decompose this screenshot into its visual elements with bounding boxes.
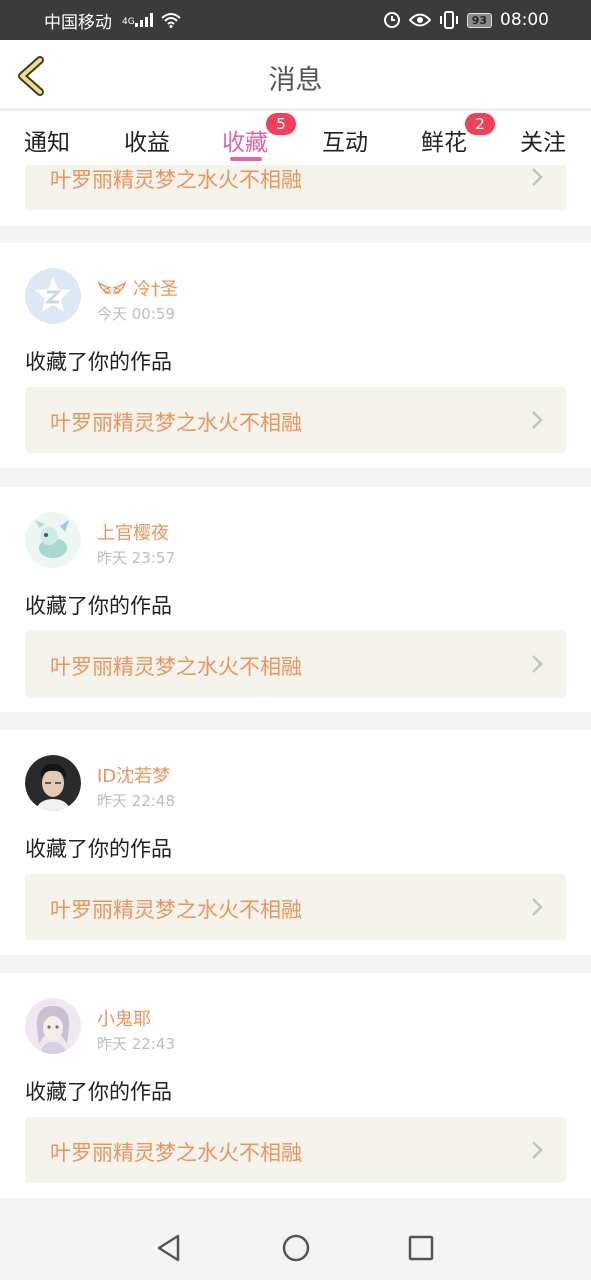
avatar[interactable] bbox=[25, 755, 81, 811]
tab-earnings[interactable]: 收益 bbox=[124, 123, 170, 157]
recents-square-icon[interactable] bbox=[406, 1233, 436, 1263]
chevron-right-icon bbox=[532, 1141, 543, 1159]
list-item: 冷†圣 今天 00:59 收藏了你的作品 叶罗丽精灵梦之水火不相融 bbox=[0, 243, 591, 468]
tab-flowers[interactable]: 鲜花 2 bbox=[421, 113, 495, 157]
tab-label: 通知 bbox=[24, 130, 70, 156]
tab-favorites[interactable]: 收藏 5 bbox=[222, 113, 296, 157]
vibrate-icon bbox=[439, 11, 458, 29]
chevron-right-icon bbox=[532, 898, 543, 916]
back-triangle-icon[interactable] bbox=[154, 1233, 184, 1263]
wings-icon bbox=[97, 281, 127, 295]
work-link[interactable]: 叶罗丽精灵梦之水火不相融 bbox=[25, 874, 566, 940]
username[interactable]: ID沈若梦 bbox=[97, 762, 170, 788]
navigation-bar bbox=[0, 1215, 591, 1280]
page-title: 消息 bbox=[268, 65, 323, 96]
username[interactable]: 上官樱夜 bbox=[97, 519, 169, 545]
avatar[interactable] bbox=[25, 512, 81, 568]
tab-label: 互动 bbox=[322, 130, 368, 156]
active-tab-indicator bbox=[230, 157, 262, 161]
message-list[interactable]: 叶罗丽精灵梦之水火不相融 冷†圣 今天 00:59 收藏了你的作品 叶罗丽精灵梦… bbox=[0, 165, 591, 1215]
timestamp: 今天 00:59 bbox=[97, 305, 175, 323]
work-title: 叶罗丽精灵梦之水火不相融 bbox=[50, 1141, 302, 1165]
action-text: 收藏了你的作品 bbox=[25, 837, 172, 861]
tab-bar: 通知 收益 收藏 5 互动 鲜花 2 关注 bbox=[0, 111, 591, 165]
network-type: 4G bbox=[120, 13, 153, 27]
list-item: 上官樱夜 昨天 23:57 收藏了你的作品 叶罗丽精灵梦之水火不相融 bbox=[0, 487, 591, 712]
action-text: 收藏了你的作品 bbox=[25, 1080, 172, 1104]
chevron-right-icon bbox=[532, 411, 543, 429]
username[interactable]: 冷†圣 bbox=[97, 275, 178, 301]
work-title: 叶罗丽精灵梦之水火不相融 bbox=[50, 168, 302, 192]
list-item: 叶罗丽精灵梦之水火不相融 bbox=[0, 165, 591, 226]
home-circle-icon[interactable] bbox=[281, 1233, 311, 1263]
work-title: 叶罗丽精灵梦之水火不相融 bbox=[50, 655, 302, 679]
chevron-right-icon bbox=[532, 655, 543, 673]
tab-label: 收藏 bbox=[222, 130, 268, 156]
work-link[interactable]: 叶罗丽精灵梦之水火不相融 bbox=[25, 1117, 566, 1183]
unread-badge: 5 bbox=[266, 113, 296, 135]
header: 消息 bbox=[0, 40, 591, 110]
work-title: 叶罗丽精灵梦之水火不相融 bbox=[50, 898, 302, 922]
tab-label: 关注 bbox=[520, 130, 566, 156]
action-text: 收藏了你的作品 bbox=[25, 350, 172, 374]
tab-following[interactable]: 关注 bbox=[520, 123, 566, 157]
chevron-right-icon bbox=[532, 168, 543, 186]
username-text: ID沈若梦 bbox=[97, 766, 171, 787]
status-bar: 中国移动 4G 93 08:00 bbox=[0, 0, 591, 40]
eye-icon bbox=[408, 13, 431, 27]
timestamp: 昨天 22:43 bbox=[97, 1035, 175, 1053]
work-link[interactable]: 叶罗丽精灵梦之水火不相融 bbox=[25, 631, 566, 697]
work-link[interactable]: 叶罗丽精灵梦之水火不相融 bbox=[25, 387, 566, 453]
carrier-label: 中国移动 bbox=[44, 12, 112, 33]
clock: 08:00 bbox=[500, 10, 549, 30]
timestamp: 昨天 22:48 bbox=[97, 792, 175, 810]
timestamp: 昨天 23:57 bbox=[97, 549, 175, 567]
wifi-icon bbox=[161, 13, 181, 28]
work-link[interactable]: 叶罗丽精灵梦之水火不相融 bbox=[25, 165, 566, 210]
alarm-icon bbox=[383, 12, 400, 28]
unread-badge: 2 bbox=[465, 113, 495, 135]
username[interactable]: 小鬼耶 bbox=[97, 1005, 151, 1031]
username-text: 小鬼耶 bbox=[97, 1009, 151, 1030]
avatar[interactable] bbox=[25, 998, 81, 1054]
work-title: 叶罗丽精灵梦之水火不相融 bbox=[50, 411, 302, 435]
action-text: 收藏了你的作品 bbox=[25, 594, 172, 618]
tab-interactions[interactable]: 互动 bbox=[322, 123, 368, 157]
tab-label: 收益 bbox=[124, 130, 170, 156]
battery-icon: 93 bbox=[466, 12, 492, 28]
username-text: 冷†圣 bbox=[133, 279, 178, 300]
tab-notifications[interactable]: 通知 bbox=[24, 123, 70, 157]
tab-label: 鲜花 bbox=[421, 130, 467, 156]
list-item: 小鬼耶 昨天 22:43 收藏了你的作品 叶罗丽精灵梦之水火不相融 bbox=[0, 973, 591, 1198]
list-item: ID沈若梦 昨天 22:48 收藏了你的作品 叶罗丽精灵梦之水火不相融 bbox=[0, 730, 591, 955]
username-text: 上官樱夜 bbox=[97, 523, 169, 544]
signal-icon bbox=[134, 13, 153, 27]
avatar[interactable] bbox=[25, 268, 81, 324]
